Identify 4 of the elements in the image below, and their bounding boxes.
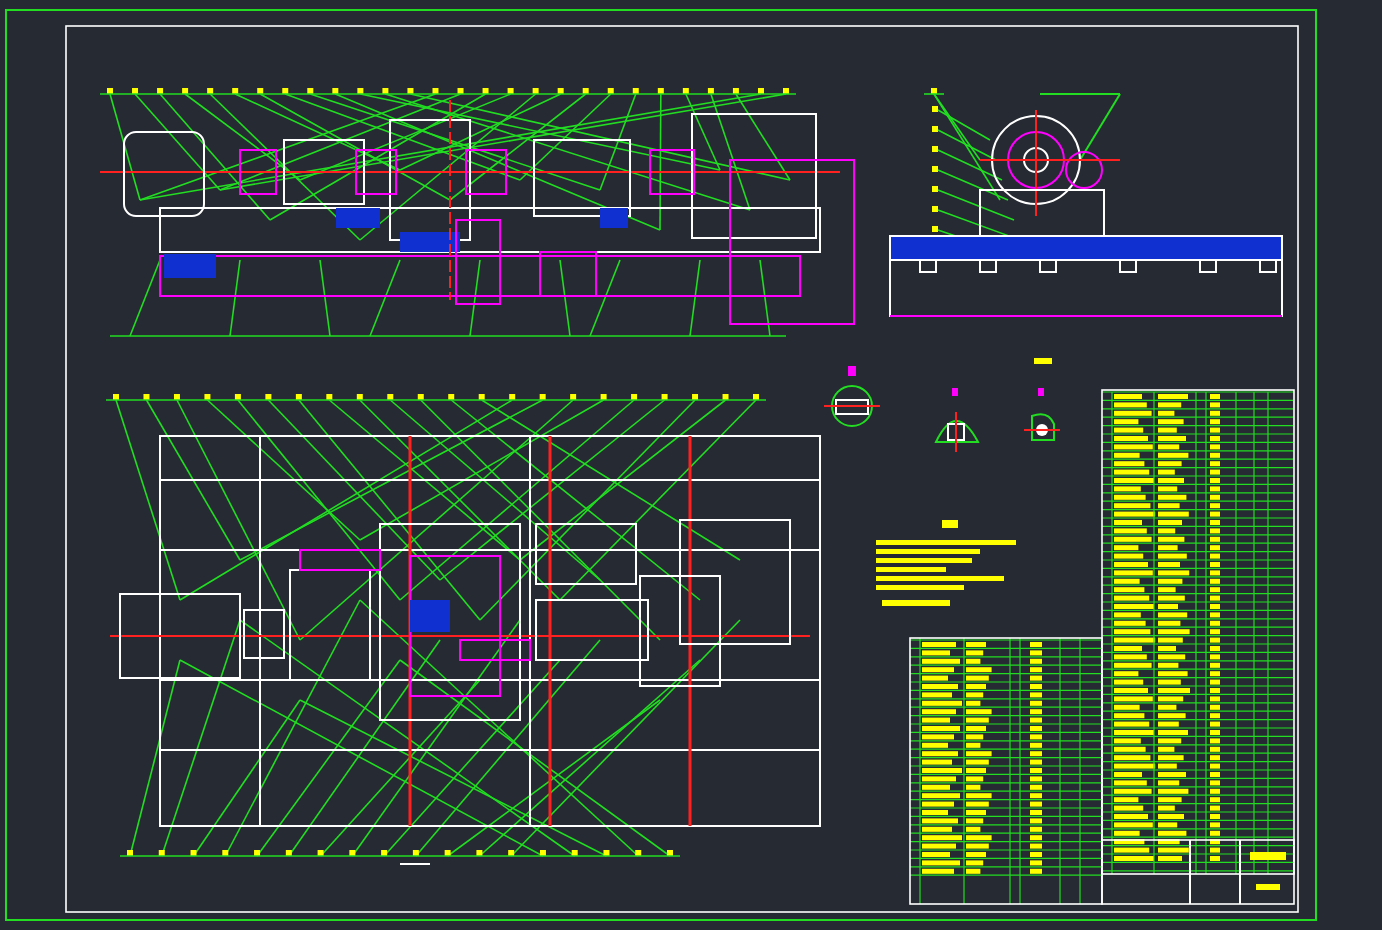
section-detail-drawing — [823, 366, 881, 427]
section-detail-drawing — [1023, 358, 1061, 441]
technical-notes-drawing — [876, 520, 1016, 606]
section-detail-drawing — [935, 388, 979, 453]
